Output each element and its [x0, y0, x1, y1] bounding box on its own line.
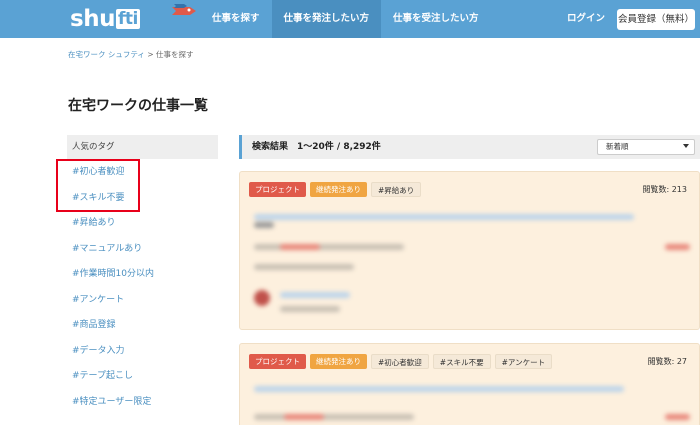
register-button[interactable]: 会員登録（無料） — [617, 9, 695, 30]
tag-transcription[interactable]: #テープ起こし — [72, 364, 154, 390]
badge-tag[interactable]: #昇給あり — [371, 182, 422, 197]
sort-select[interactable]: 新着順 — [597, 139, 695, 155]
tag-specific-users[interactable]: #特定ユーザー限定 — [72, 390, 154, 416]
main-nav: 仕事を探す 仕事を発注したい方 仕事を受注したい方 — [200, 0, 491, 38]
logo-box: fti — [115, 9, 140, 29]
nav-order-jobs[interactable]: 仕事を発注したい方 — [271, 0, 382, 38]
nav-find-jobs[interactable]: 仕事を探す — [200, 0, 272, 38]
badge-tag[interactable]: #初心者歓迎 — [371, 354, 429, 369]
breadcrumb-separator: > — [144, 50, 156, 59]
site-header: shu fti 仕事を探す 仕事を発注したい方 仕事を受注したい方 ログイン 会員… — [0, 0, 700, 38]
login-link[interactable]: ログイン — [567, 0, 605, 38]
page-title: 在宅ワークの仕事一覧 — [68, 98, 208, 114]
tag-data-entry[interactable]: #データ入力 — [72, 339, 154, 365]
nav-accept-jobs[interactable]: 仕事を受注したい方 — [381, 0, 491, 38]
job-card[interactable]: プロジェクト 継続発注あり #昇給あり 閲覧数: 213 — [239, 171, 700, 330]
badge-project: プロジェクト — [249, 182, 306, 197]
tag-raise[interactable]: #昇給あり — [72, 211, 154, 237]
badge-continuous: 継続発注あり — [310, 182, 367, 197]
popular-tags-heading: 人気のタグ — [67, 135, 218, 159]
chevron-down-icon — [683, 144, 689, 148]
breadcrumb: 在宅ワーク シュフティ > 仕事を探す — [68, 49, 194, 60]
results-count: 検索結果 1〜20件 / 8,292件 — [252, 142, 381, 152]
card-badges: プロジェクト 継続発注あり #昇給あり — [249, 182, 422, 197]
results-header: 検索結果 1〜20件 / 8,292件 新着順 — [239, 135, 700, 159]
badge-project: プロジェクト — [249, 354, 306, 369]
tag-under-10min[interactable]: #作業時間10分以内 — [72, 262, 154, 288]
logo[interactable]: shu fti — [70, 3, 196, 35]
view-count: 閲覧数: 213 — [642, 185, 687, 194]
view-count: 閲覧数: 27 — [647, 357, 687, 366]
tag-manual[interactable]: #マニュアルあり — [72, 237, 154, 263]
koinobori-icon — [172, 4, 196, 15]
tag-survey[interactable]: #アンケート — [72, 288, 154, 314]
card-badges: プロジェクト 継続発注あり #初心者歓迎 #スキル不要 #アンケート — [249, 354, 553, 369]
badge-continuous: 継続発注あり — [310, 354, 367, 369]
sort-value: 新着順 — [606, 142, 629, 151]
tag-product-listing[interactable]: #商品登録 — [72, 313, 154, 339]
highlight-box — [56, 159, 140, 212]
badge-tag[interactable]: #スキル不要 — [432, 354, 491, 369]
badge-tag[interactable]: #アンケート — [494, 354, 553, 369]
breadcrumb-current: 仕事を探す — [156, 50, 194, 59]
breadcrumb-home[interactable]: 在宅ワーク シュフティ — [68, 50, 145, 59]
logo-text: shu — [70, 6, 115, 32]
job-card[interactable]: プロジェクト 継続発注あり #初心者歓迎 #スキル不要 #アンケート 閲覧数: … — [239, 343, 700, 425]
